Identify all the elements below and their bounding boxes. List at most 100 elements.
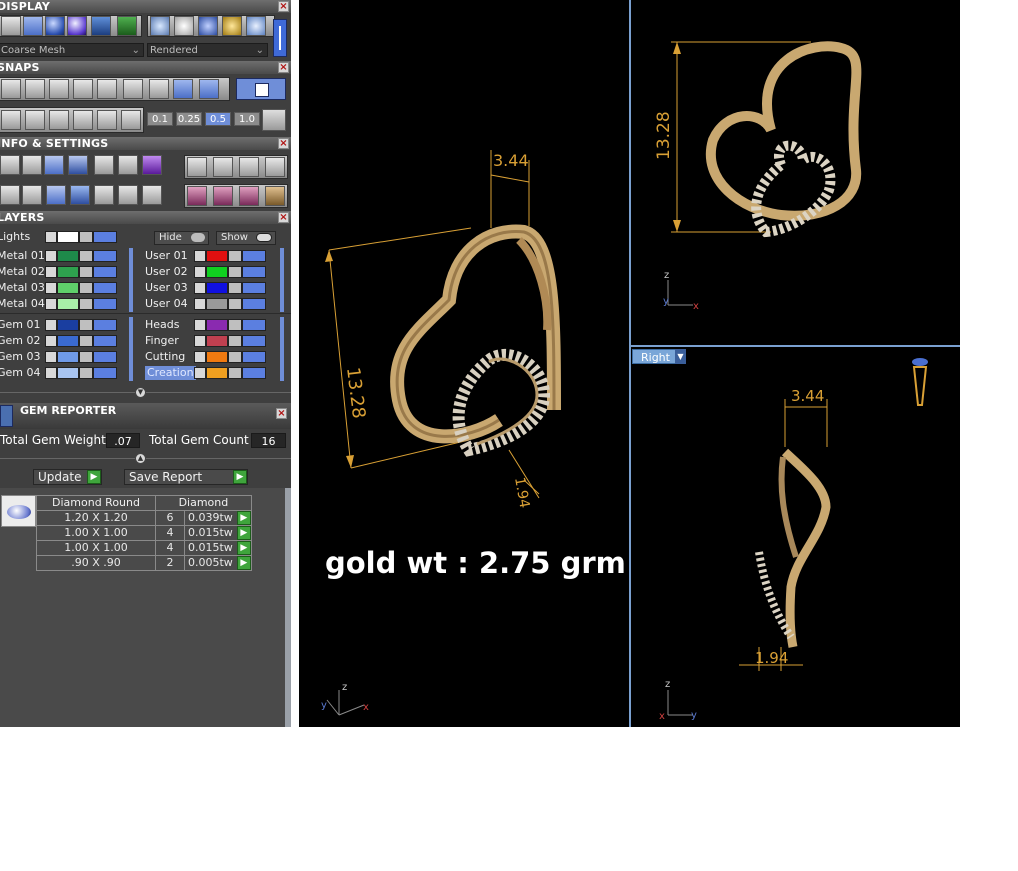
visibility-toggle[interactable] <box>93 282 117 294</box>
lock-icon[interactable] <box>79 231 93 243</box>
layers-stack-icon[interactable] <box>44 155 64 175</box>
layer-color-swatch[interactable] <box>57 335 79 347</box>
visibility-toggle[interactable] <box>93 266 117 278</box>
layer-color-swatch[interactable] <box>57 266 79 278</box>
monitor-icon[interactable] <box>22 185 42 205</box>
sphere-shaded-icon[interactable] <box>45 16 65 36</box>
layer-color-swatch[interactable] <box>206 351 228 363</box>
gem-reporter-close-button[interactable]: × <box>276 408 287 419</box>
table-icon[interactable] <box>0 185 20 205</box>
expand-icon[interactable] <box>45 319 57 331</box>
show-all-button[interactable]: Show <box>216 231 276 245</box>
right-viewport[interactable]: 3.44 1.94 z x y <box>631 347 960 727</box>
visibility-toggle[interactable] <box>93 319 117 331</box>
table-row[interactable]: 1.00 X 1.00 4 0.015tw ▶ <box>36 525 252 541</box>
search-icon[interactable] <box>22 155 42 175</box>
perspective-viewport[interactable]: 3.44 13.28 1.94 z x y gold wt : 2.75 grm <box>299 0 629 727</box>
lock-icon[interactable] <box>228 298 242 310</box>
visibility-toggle[interactable] <box>93 351 117 363</box>
report-icon[interactable] <box>142 185 162 205</box>
layer-color-swatch[interactable] <box>57 319 79 331</box>
gem-thumbnail[interactable] <box>1 495 36 527</box>
wire-cube-icon[interactable] <box>46 185 66 205</box>
view-name-select[interactable]: Right ▼ <box>632 349 686 364</box>
visibility-toggle[interactable] <box>242 335 266 347</box>
select-gem-icon[interactable]: ▶ <box>236 541 251 555</box>
table-row[interactable]: 1.20 X 1.20 6 0.039tw ▶ <box>36 510 252 526</box>
snap-circle-icon[interactable] <box>149 79 169 99</box>
box-icon[interactable] <box>68 155 88 175</box>
lock-icon[interactable] <box>79 250 93 262</box>
layers-close-button[interactable]: × <box>278 212 289 223</box>
edit-icon[interactable] <box>118 155 138 175</box>
hide-all-button[interactable]: Hide <box>154 231 209 245</box>
document-icon[interactable] <box>94 155 114 175</box>
snap-cube-icon[interactable] <box>25 110 45 130</box>
layer-color-swatch[interactable] <box>57 250 79 262</box>
gold-sphere-icon[interactable] <box>222 16 242 36</box>
expand-icon[interactable] <box>194 319 206 331</box>
snap-grid-icon[interactable] <box>1 79 21 99</box>
expand-icon[interactable] <box>45 250 57 262</box>
visibility-toggle[interactable] <box>242 367 266 379</box>
snap-curve-icon[interactable] <box>25 79 45 99</box>
lock-icon[interactable] <box>79 367 93 379</box>
table-row[interactable]: .90 X .90 2 0.005tw ▶ <box>36 555 252 571</box>
visibility-toggle[interactable] <box>93 335 117 347</box>
snap-line-icon[interactable] <box>49 110 69 130</box>
layer-color-swatch[interactable] <box>57 367 79 379</box>
expand-icon[interactable] <box>45 367 57 379</box>
import-icon[interactable] <box>239 157 259 177</box>
layer-color-swatch[interactable] <box>206 282 228 294</box>
delete-icon[interactable] <box>265 157 285 177</box>
snap-corner-icon[interactable] <box>97 79 117 99</box>
snap-value-0-5[interactable]: 0.5 <box>205 112 231 126</box>
view-orientation-icon[interactable] <box>912 358 928 406</box>
ring-setting-icon[interactable] <box>213 186 233 206</box>
expand-icon[interactable] <box>194 335 206 347</box>
wireframe-sphere-icon[interactable] <box>150 16 170 36</box>
snap-value-0-25[interactable]: 0.25 <box>176 112 202 126</box>
ring-head-icon[interactable] <box>265 186 285 206</box>
visibility-toggle[interactable] <box>242 250 266 262</box>
expand-icon[interactable] <box>45 351 57 363</box>
lock-icon[interactable] <box>228 367 242 379</box>
settings-gear-icon[interactable] <box>0 155 20 175</box>
filter-icon[interactable] <box>94 185 114 205</box>
expand-icon[interactable] <box>45 298 57 310</box>
expand-icon[interactable] <box>194 367 206 379</box>
layer-color-swatch[interactable] <box>57 298 79 310</box>
display-side-toggle[interactable] <box>273 19 287 57</box>
selection-icon[interactable] <box>118 185 138 205</box>
lock-icon[interactable] <box>228 266 242 278</box>
lock-icon[interactable] <box>79 319 93 331</box>
save-report-button[interactable]: Save Report ▶ <box>124 469 248 485</box>
visibility-toggle[interactable] <box>93 367 117 379</box>
expand-icon[interactable] <box>45 266 57 278</box>
expand-icon[interactable] <box>194 250 206 262</box>
layer-color-swatch[interactable] <box>206 319 228 331</box>
visibility-toggle[interactable] <box>93 298 117 310</box>
layer-color-swatch[interactable] <box>57 351 79 363</box>
lock-icon[interactable] <box>79 266 93 278</box>
snaps-close-button[interactable]: × <box>278 62 289 73</box>
ring-gem-icon[interactable] <box>187 186 207 206</box>
expand-icon[interactable] <box>45 282 57 294</box>
sphere-material-icon[interactable] <box>67 16 87 36</box>
lock-icon[interactable] <box>228 319 242 331</box>
visibility-toggle[interactable] <box>242 351 266 363</box>
visibility-toggle[interactable] <box>242 319 266 331</box>
snap-cross-icon[interactable] <box>49 79 69 99</box>
layer-color-swatch[interactable] <box>206 250 228 262</box>
snap-vertex-icon[interactable] <box>121 110 141 130</box>
snap-dotted-line-icon[interactable] <box>73 110 93 130</box>
snap-value-0-1[interactable]: 0.1 <box>147 112 173 126</box>
select-gem-icon[interactable]: ▶ <box>236 526 251 540</box>
snap-toggle-button[interactable] <box>236 78 286 100</box>
expand-icon[interactable] <box>194 298 206 310</box>
expand-icon[interactable] <box>45 335 57 347</box>
globe-icon[interactable] <box>91 16 111 36</box>
mesh-quality-select[interactable]: Coarse Mesh ⌄ <box>0 43 144 57</box>
visibility-toggle[interactable] <box>242 266 266 278</box>
lock-icon[interactable] <box>79 282 93 294</box>
